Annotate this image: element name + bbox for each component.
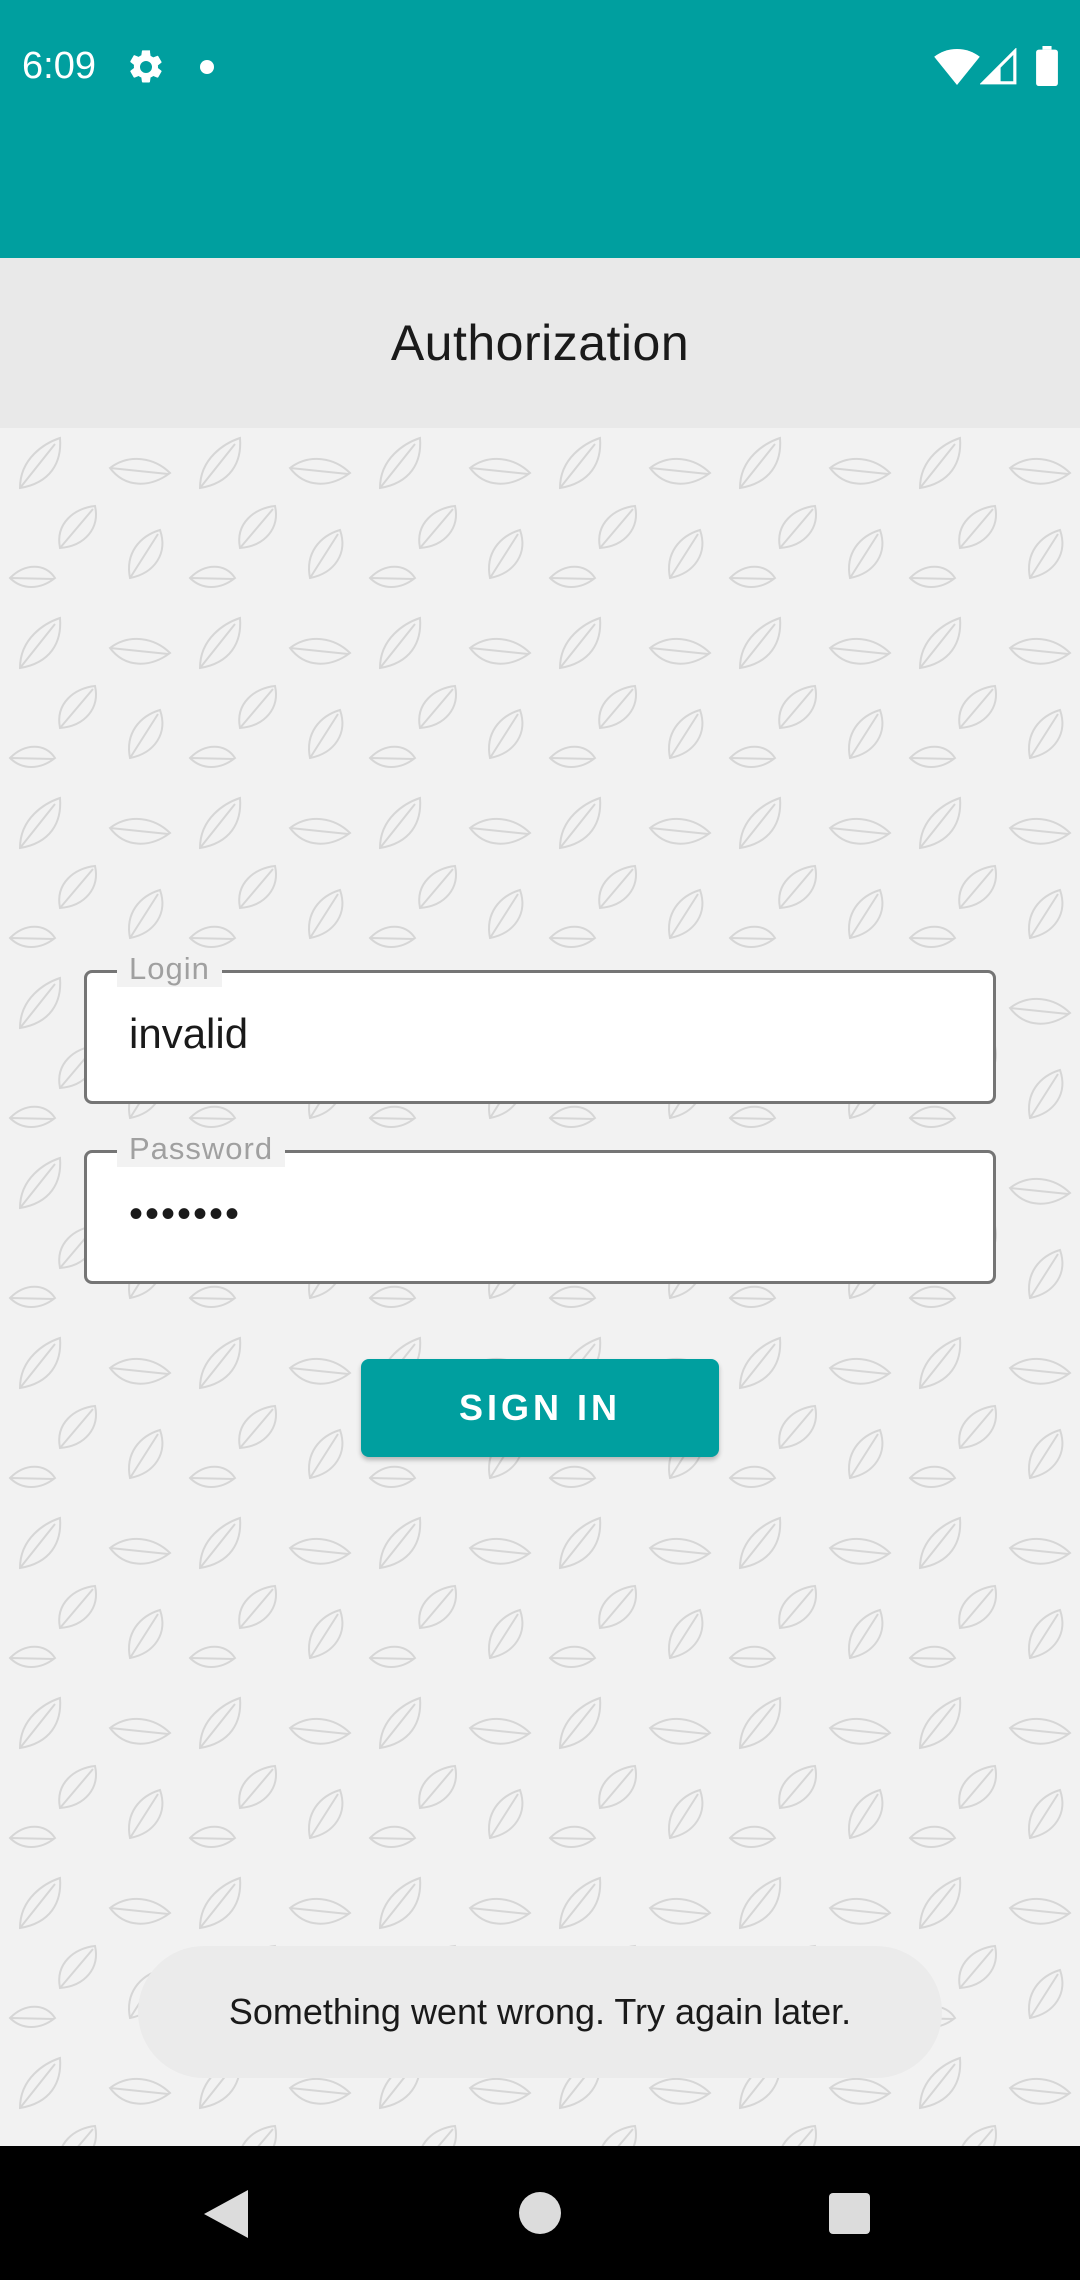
recents-icon[interactable] [829,2193,870,2234]
screen: 6:09 Authorization Login invalid Passwor… [0,0,1080,2280]
login-input[interactable]: invalid [129,1009,248,1059]
status-bar: 6:09 [0,0,1080,258]
login-field[interactable]: Login invalid [84,951,996,1104]
login-content: Login invalid Password ••••••• SIGN IN S… [0,428,1080,2146]
status-time: 6:09 [22,45,96,87]
leaf-pattern-background [0,428,1080,2146]
error-toast: Something went wrong. Try again later. [138,1946,942,2078]
cell-signal-icon [980,48,1017,85]
password-input[interactable]: ••••••• [129,1189,241,1239]
page-title: Authorization [390,315,690,371]
app-bar: Authorization [0,258,1080,428]
gear-icon [130,50,162,83]
navigation-bar [0,2146,1080,2280]
password-label: Password [117,1131,286,1167]
back-icon[interactable] [204,2190,248,2238]
home-icon[interactable] [519,2192,561,2234]
battery-icon [1036,46,1058,86]
toast-message: Something went wrong. Try again later. [228,1991,852,2032]
wifi-icon [934,48,980,86]
password-field[interactable]: Password ••••••• [84,1131,996,1284]
sign-in-button[interactable]: SIGN IN [361,1359,719,1457]
notification-dot-icon [200,60,214,74]
login-label: Login [117,951,222,987]
